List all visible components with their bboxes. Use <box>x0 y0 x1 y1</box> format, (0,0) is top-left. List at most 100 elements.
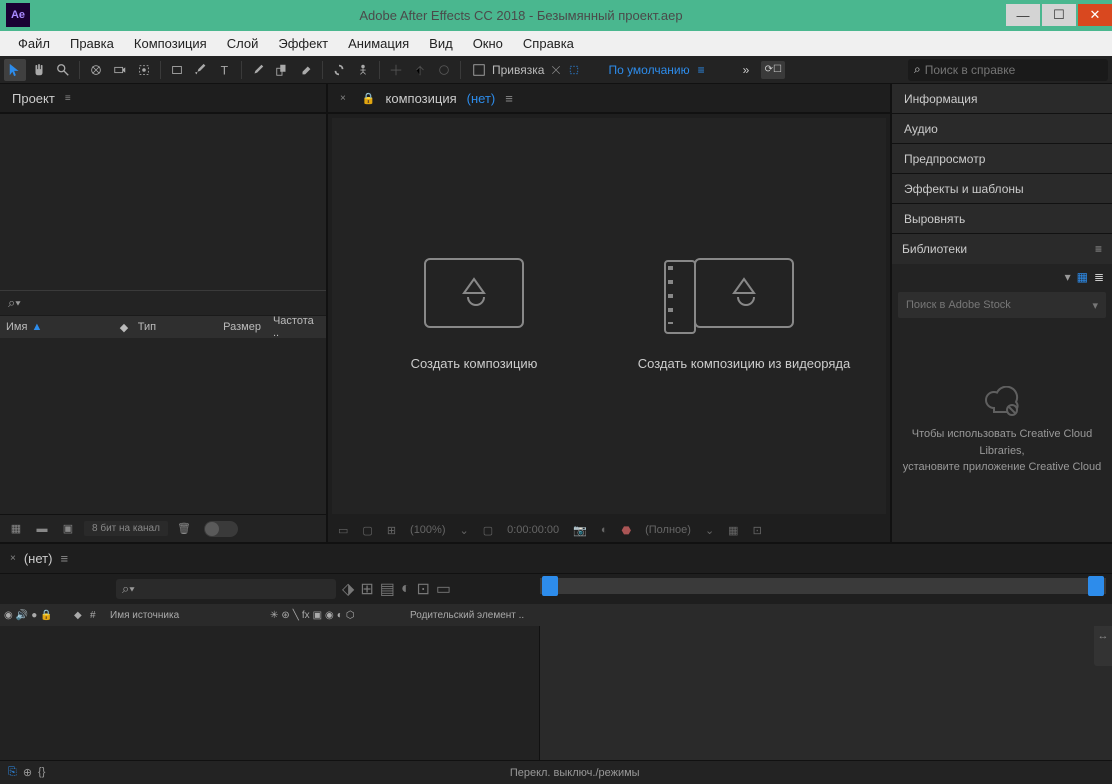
timeline-tab-close-icon[interactable]: × <box>10 553 16 564</box>
libraries-menu-icon[interactable]: ≡ <box>1095 242 1102 256</box>
menu-file[interactable]: Файл <box>8 33 60 54</box>
frame-blend-icon[interactable]: ▣ <box>313 610 322 621</box>
pen-tool[interactable] <box>190 59 212 81</box>
grid-view-icon[interactable]: ▦ <box>1077 270 1088 284</box>
timeline-tab-label[interactable]: (нет) <box>24 551 53 566</box>
audio-column-icon[interactable]: 🔊 <box>16 610 28 621</box>
clone-tool[interactable] <box>271 59 293 81</box>
world-axis-tool[interactable] <box>409 59 431 81</box>
workspace-menu-icon[interactable]: ≡ <box>698 63 705 77</box>
align-panel-header[interactable]: Выровнять <box>892 204 1112 234</box>
project-toggle[interactable] <box>204 521 238 537</box>
window-minimize-button[interactable]: — <box>1006 4 1040 26</box>
motion-blur-icon[interactable]: ◉ <box>325 610 334 621</box>
create-composition-from-footage-button[interactable]: Создать композицию из видеоряда <box>624 236 864 396</box>
menu-view[interactable]: Вид <box>419 33 463 54</box>
tl-tool-5[interactable]: ⊡ <box>417 579 430 599</box>
preview-panel-header[interactable]: Предпросмотр <box>892 144 1112 174</box>
help-search[interactable]: ⌕ <box>908 59 1108 81</box>
new-comp-icon[interactable]: ▣ <box>58 519 78 539</box>
info-panel-header[interactable]: Информация <box>892 84 1112 114</box>
project-tab[interactable]: Проект <box>12 91 55 106</box>
project-col-name[interactable]: Имя ▲ <box>0 321 114 333</box>
collapse-icon[interactable]: ⊛ <box>281 610 289 621</box>
3d-icon[interactable]: ⬡ <box>346 610 355 621</box>
comp-panel-menu-icon[interactable]: ≡ <box>505 91 513 106</box>
menu-composition[interactable]: Композиция <box>124 33 217 54</box>
timeline-search[interactable]: ⌕▾ <box>116 579 336 599</box>
hand-tool[interactable] <box>28 59 50 81</box>
workspace-selector[interactable]: По умолчанию <box>608 63 689 77</box>
lock-column-icon[interactable]: 🔒 <box>40 610 52 621</box>
list-view-icon[interactable]: ≣ <box>1094 270 1104 284</box>
timeline-nav-end-handle[interactable] <box>1088 576 1104 596</box>
create-composition-button[interactable]: Создать композицию <box>354 236 594 396</box>
comp-footer-icon2[interactable]: ▢ <box>358 524 376 537</box>
comp-tab-lock-icon[interactable]: 🔒 <box>362 92 376 105</box>
comp-footer-icon3[interactable]: ⊞ <box>383 524 400 537</box>
snap-option1-icon[interactable] <box>550 64 562 76</box>
comp-zoom[interactable]: (100%) <box>406 524 449 536</box>
stock-search[interactable]: Поиск в Adobe Stock ▾ <box>898 292 1106 318</box>
channel-icon[interactable]: ◐ <box>597 524 612 536</box>
source-name-column[interactable]: Имя источника <box>106 610 266 621</box>
timeline-tab-menu-icon[interactable]: ≡ <box>60 551 68 566</box>
selection-tool[interactable] <box>4 59 26 81</box>
library-dropdown-icon[interactable]: ▾ <box>1065 270 1071 284</box>
brush-tool[interactable] <box>247 59 269 81</box>
tl-tool-4[interactable]: ◐ <box>401 580 411 598</box>
eraser-tool[interactable] <box>295 59 317 81</box>
tl-tool-2[interactable]: ⊞ <box>360 579 373 599</box>
project-list[interactable] <box>0 338 326 514</box>
project-col-size[interactable]: Размер <box>217 321 267 333</box>
menu-layer[interactable]: Слой <box>217 33 269 54</box>
status-toggle-label[interactable]: Перекл. выключ./режимы <box>45 767 1104 779</box>
workspace-overflow-icon[interactable]: » <box>743 63 750 77</box>
type-tool[interactable]: T <box>214 59 236 81</box>
parent-column[interactable]: Родительский элемент .. <box>406 610 540 621</box>
project-col-label-icon[interactable]: ◆ <box>114 321 132 334</box>
timeline-ruler[interactable] <box>540 604 1112 626</box>
timeline-nav-start-handle[interactable] <box>542 576 558 596</box>
local-axis-tool[interactable] <box>385 59 407 81</box>
av-column-icon[interactable]: ◉ <box>4 610 13 621</box>
project-search[interactable]: ⌕▾ <box>0 290 326 316</box>
timeline-track-area[interactable]: ↔ <box>540 626 1112 760</box>
menu-effect[interactable]: Эффект <box>268 33 338 54</box>
libraries-tab[interactable]: Библиотеки <box>902 242 967 256</box>
comp-footer-icon5[interactable]: ▦ <box>724 524 742 537</box>
menu-window[interactable]: Окно <box>463 33 513 54</box>
comp-tab-close-icon[interactable]: × <box>340 93 346 104</box>
status-icon-3[interactable]: {} <box>38 766 45 779</box>
solo-column-icon[interactable]: ● <box>31 610 37 621</box>
orbit-tool[interactable] <box>85 59 107 81</box>
status-icon-1[interactable]: ⎘ <box>8 766 17 779</box>
roto-tool[interactable] <box>328 59 350 81</box>
menu-edit[interactable]: Правка <box>60 33 124 54</box>
window-close-button[interactable]: ✕ <box>1078 4 1112 26</box>
project-col-type[interactable]: Тип <box>132 321 217 333</box>
menu-help[interactable]: Справка <box>513 33 584 54</box>
help-search-input[interactable] <box>925 63 1102 77</box>
new-folder-icon[interactable]: ▬ <box>32 519 52 539</box>
chevron-down-icon-2[interactable]: ⌄ <box>701 524 718 537</box>
timeline-layer-list[interactable] <box>0 626 540 760</box>
effects-panel-header[interactable]: Эффекты и шаблоны <box>892 174 1112 204</box>
snapshot-icon[interactable]: 📷 <box>569 524 591 537</box>
timeline-tool-shelf-icon[interactable]: ↔ <box>1094 626 1112 666</box>
interpret-footage-icon[interactable]: ▦ <box>6 519 26 539</box>
chevron-down-icon[interactable]: ⌄ <box>456 524 473 537</box>
quality-icon[interactable]: ╲ <box>293 610 299 621</box>
window-maximize-button[interactable]: ☐ <box>1042 4 1076 26</box>
color-icon[interactable]: ⬣ <box>617 524 635 537</box>
fx-icon[interactable]: fx <box>302 610 310 621</box>
timeline-navigator[interactable] <box>540 578 1106 594</box>
shy-icon[interactable]: ✳ <box>270 610 278 621</box>
project-col-framerate[interactable]: Частота .. <box>267 315 326 339</box>
menu-animation[interactable]: Анимация <box>338 33 419 54</box>
comp-footer-icon6[interactable]: ⊡ <box>749 524 766 537</box>
label-column-icon[interactable]: ◆ <box>70 610 86 621</box>
project-panel-menu-icon[interactable]: ≡ <box>65 93 71 104</box>
comp-footer-icon1[interactable]: ▭ <box>334 524 352 537</box>
number-column[interactable]: # <box>86 610 106 621</box>
